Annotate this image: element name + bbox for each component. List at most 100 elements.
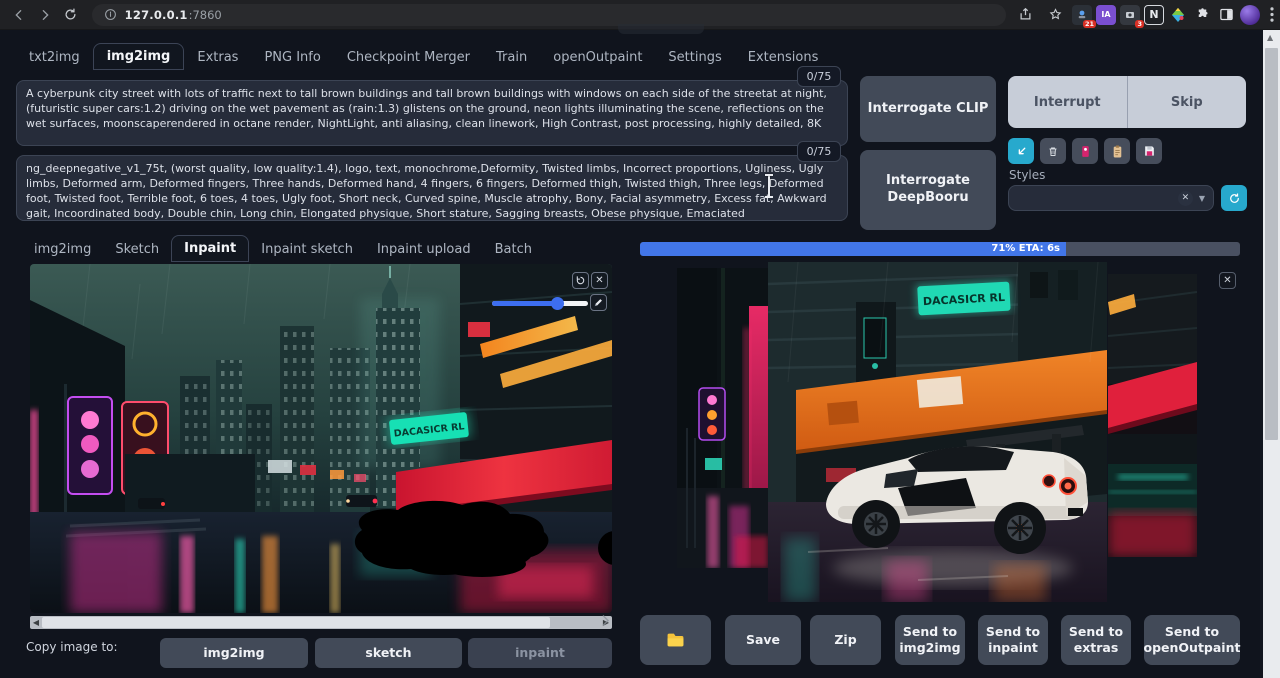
pencil-icon [593, 297, 604, 308]
scroll-left-arrow[interactable]: ◀ [30, 616, 42, 629]
canvas-scrollbar-thumb[interactable] [42, 617, 550, 628]
back-icon[interactable] [6, 2, 32, 28]
url-port: :7860 [189, 8, 222, 22]
subtab-batch[interactable]: Batch [483, 237, 544, 262]
send-label-line1: Send to [903, 624, 957, 640]
result-gallery: DACASICR RL [640, 258, 1240, 610]
gallery-thumb-left[interactable] [677, 268, 768, 568]
floppy-save-icon [1143, 144, 1156, 158]
gallery-close-button[interactable]: ✕ [1219, 272, 1236, 289]
skip-button[interactable]: Skip [1127, 76, 1247, 128]
brush-size-slider[interactable] [492, 301, 588, 306]
paste-params-button[interactable] [1008, 138, 1034, 164]
profile-avatar[interactable] [1240, 5, 1260, 25]
canvas-horizontal-scrollbar[interactable]: ◀ ▶ [30, 616, 612, 629]
sidepanel-icon[interactable] [1216, 5, 1236, 25]
styles-clear-icon[interactable]: ✕ [1178, 191, 1193, 206]
copy-to-inpaint-button[interactable]: inpaint [468, 638, 612, 668]
thumb-right-image [1108, 274, 1197, 557]
subtab-sketch[interactable]: Sketch [103, 237, 171, 262]
extension-icon-2[interactable]: 3 [1120, 5, 1140, 25]
send-label-line1: Send to [986, 624, 1040, 640]
save-button[interactable]: Save [725, 615, 801, 665]
forward-icon[interactable] [32, 2, 58, 28]
scrollbar-up-arrow[interactable]: ▲ [1267, 33, 1273, 42]
bookmark-star-icon[interactable] [1042, 2, 1068, 28]
interrogate-clip-button[interactable]: Interrogate CLIP [860, 76, 996, 142]
tab-img2img[interactable]: img2img [93, 43, 185, 70]
page-top-notch [618, 24, 704, 34]
gallery-thumb-right[interactable] [1108, 274, 1197, 557]
extension-icon-diamond[interactable] [1168, 5, 1188, 25]
source-image-cyberpunk-street: DACASICR RL [30, 264, 612, 613]
canvas-clear-button[interactable]: ✕ [591, 272, 608, 289]
styles-label: Styles [1009, 168, 1045, 182]
send-to-inpaint-button[interactable]: Send to inpaint [978, 615, 1048, 665]
send-label-line1: Send to [1165, 624, 1219, 640]
tab-png-info[interactable]: PNG Info [251, 45, 333, 70]
send-to-img2img-button[interactable]: Send to img2img [895, 615, 965, 665]
send-label-line2: extras [1074, 640, 1119, 656]
subtab-inpaint[interactable]: Inpaint [171, 235, 249, 262]
clear-prompt-button[interactable] [1040, 138, 1066, 164]
open-folder-button[interactable] [640, 615, 711, 665]
subtab-img2img[interactable]: img2img [22, 237, 103, 262]
inpaint-canvas[interactable]: DACASICR RL [30, 264, 612, 613]
trash-icon [1047, 145, 1059, 158]
subtab-inpaint-sketch[interactable]: Inpaint sketch [249, 237, 365, 262]
copy-to-img2img-button[interactable]: img2img [160, 638, 308, 668]
tab-txt2img[interactable]: txt2img [16, 45, 93, 70]
tab-openoutpaint[interactable]: openOutpaint [540, 45, 655, 70]
send-label-line2: img2img [899, 640, 960, 656]
copy-image-to-label: Copy image to: [26, 640, 118, 654]
browser-menu-icon[interactable] [1264, 2, 1280, 28]
brush-slider-thumb[interactable] [551, 297, 564, 310]
page-scrollbar[interactable]: ▲ [1263, 30, 1280, 678]
tab-extras[interactable]: Extras [184, 45, 251, 70]
undo-icon [575, 275, 586, 286]
reload-icon[interactable] [58, 2, 84, 28]
canvas-undo-button[interactable] [572, 272, 589, 289]
img2img-mode-tabs: img2img Sketch Inpaint Inpaint sketch In… [22, 234, 544, 262]
chevron-down-icon[interactable]: ▼ [1199, 194, 1205, 203]
extension-badge-2: 3 [1135, 20, 1144, 28]
extension-icon-1[interactable]: 21 [1072, 5, 1092, 25]
refresh-icon [1228, 192, 1241, 205]
copy-to-sketch-button[interactable]: sketch [315, 638, 462, 668]
url-host: 127.0.0.1 [125, 8, 188, 22]
page-scrollbar-thumb[interactable] [1265, 48, 1278, 440]
send-to-openoutpaint-button[interactable]: Send to openOutpaint [1144, 615, 1240, 665]
send-label-line2: openOutpaint [1144, 640, 1241, 656]
site-info-icon[interactable] [104, 8, 117, 21]
extra-networks-button[interactable] [1072, 138, 1098, 164]
negative-prompt-input[interactable]: ng_deepnegative_v1_75t, (worst quality, … [16, 155, 848, 221]
save-style-button[interactable] [1136, 138, 1162, 164]
generation-progress-bar: 71% ETA: 6s [640, 242, 1240, 256]
gallery-main-preview[interactable]: DACASICR RL [768, 262, 1107, 602]
apply-style-button[interactable] [1104, 138, 1130, 164]
address-bar[interactable]: 127.0.0.1:7860 [92, 4, 1006, 26]
brush-slider-fill [492, 301, 557, 306]
negative-token-counter: 0/75 [797, 141, 841, 162]
card-icon [1079, 144, 1092, 159]
extension-icon-notion[interactable]: N [1144, 5, 1164, 25]
styles-refresh-button[interactable] [1221, 185, 1247, 211]
extension-icon-ia[interactable]: IA [1096, 5, 1116, 25]
progress-label: 71% ETA: 6s [991, 243, 1060, 254]
interrogate-deepbooru-button[interactable]: Interrogate DeepBooru [860, 150, 996, 230]
interrupt-button[interactable]: Interrupt [1008, 76, 1127, 128]
send-to-extras-button[interactable]: Send to extras [1061, 615, 1131, 665]
tab-train[interactable]: Train [483, 45, 540, 70]
prompt-input[interactable]: A cyberpunk city street with lots of tra… [16, 80, 848, 146]
send-label-line1: Send to [1069, 624, 1123, 640]
subtab-inpaint-upload[interactable]: Inpaint upload [365, 237, 483, 262]
styles-dropdown[interactable]: ✕ ▼ [1008, 185, 1214, 211]
main-tab-bar: txt2img img2img Extras PNG Info Checkpoi… [16, 42, 831, 70]
brush-tool-button[interactable] [590, 294, 607, 311]
app-window: 127.0.0.1:7860 21 IA 3 N [0, 0, 1280, 678]
tab-settings[interactable]: Settings [655, 45, 734, 70]
tab-checkpoint-merger[interactable]: Checkpoint Merger [334, 45, 483, 70]
share-icon[interactable] [1012, 2, 1038, 28]
zip-button[interactable]: Zip [810, 615, 881, 665]
extensions-puzzle-icon[interactable] [1192, 5, 1212, 25]
